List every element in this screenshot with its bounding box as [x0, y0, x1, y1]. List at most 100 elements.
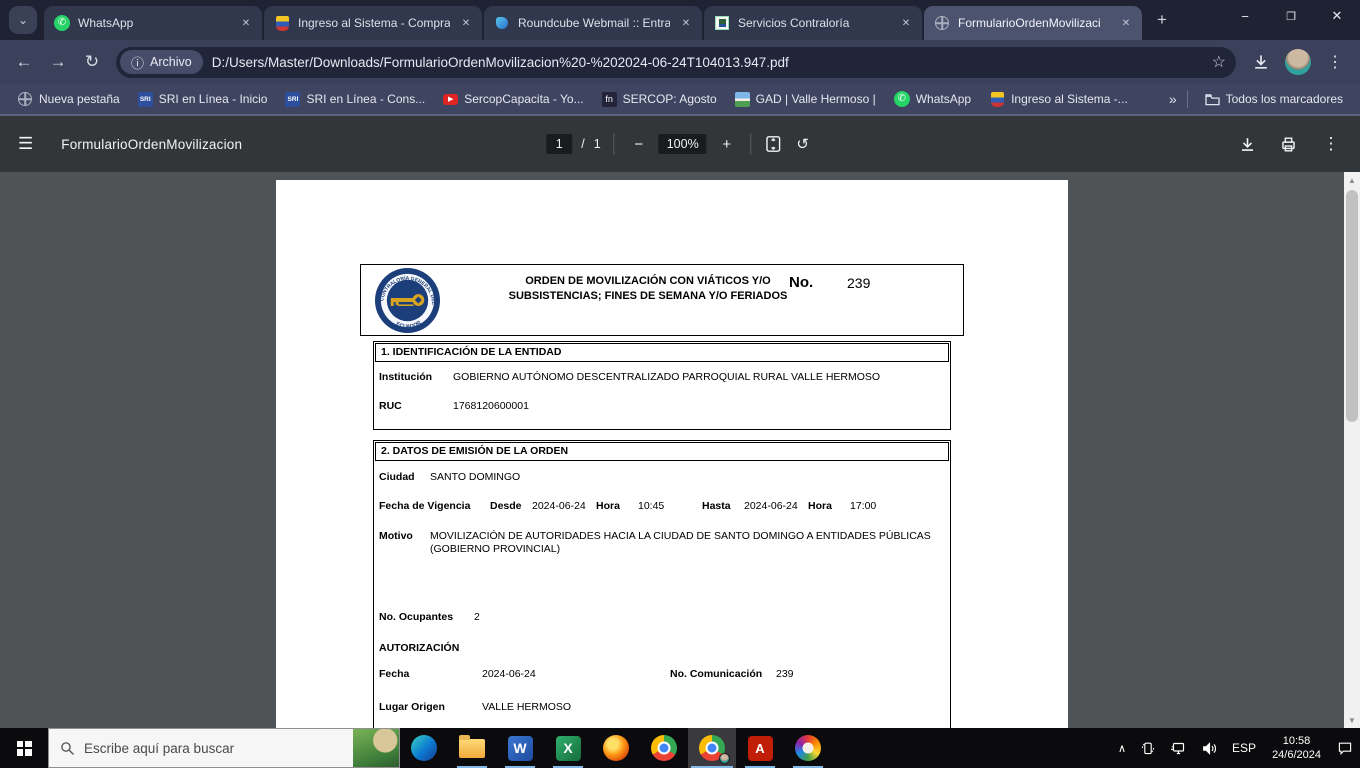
windows-logo-icon: [17, 741, 32, 756]
bookmarks-overflow-button[interactable]: »: [1169, 91, 1177, 107]
chrome-profile-badge: [719, 753, 730, 764]
bookmark-sri-inicio[interactable]: SRI SRI en Línea - Inicio: [131, 89, 275, 110]
pdf-page: CONTRALORÍA GENERAL DEL ESTADO ECUADOR O…: [276, 180, 1068, 728]
reload-button[interactable]: ↻: [76, 46, 108, 78]
tray-phone-button[interactable]: [1133, 728, 1163, 768]
taskbar-paint-button[interactable]: [784, 728, 832, 768]
new-tab-button[interactable]: +: [1148, 6, 1176, 34]
bookmark-label: SercopCapacita - Yo...: [464, 92, 583, 106]
doc-autorizacion-title: AUTORIZACIÓN: [379, 642, 459, 654]
taskbar-chrome-button[interactable]: [640, 728, 688, 768]
roundcube-icon: [496, 17, 508, 29]
profile-avatar[interactable]: [1285, 49, 1311, 75]
file-scheme-chip[interactable]: ⓘ Archivo: [120, 50, 203, 74]
minimize-button[interactable]: −: [1222, 0, 1268, 32]
tab-whatsapp[interactable]: ✆ WhatsApp ✕: [44, 6, 262, 40]
zoom-in-button[interactable]: +: [716, 136, 738, 153]
tab-roundcube[interactable]: Roundcube Webmail :: Entra ✕: [484, 6, 702, 40]
bookmark-label: SERCOP: Agosto: [623, 92, 717, 106]
browser-window: ⌄ ✆ WhatsApp ✕ Ingreso al Sistema - Comp…: [0, 0, 1360, 768]
search-input[interactable]: [84, 741, 399, 756]
doc-section-2: 2. DATOS DE EMISIÓN DE LA ORDEN Ciudad S…: [373, 440, 951, 728]
back-button[interactable]: ←: [8, 46, 40, 78]
bookmark-whatsapp[interactable]: ✆ WhatsApp: [887, 88, 978, 110]
taskbar-acrobat-button[interactable]: A: [736, 728, 784, 768]
url-text: D:/Users/Master/Downloads/FormularioOrde…: [212, 55, 1204, 70]
contraloria-seal-logo: CONTRALORÍA GENERAL DEL ESTADO ECUADOR: [374, 267, 441, 334]
tab-title: Roundcube Webmail :: Entra: [518, 16, 670, 30]
scrollbar-thumb[interactable]: [1346, 190, 1358, 422]
field-value: 2: [474, 611, 480, 623]
tab-search-button[interactable]: ⌄: [9, 6, 37, 34]
field-value: 2024-06-24: [744, 500, 798, 512]
forward-button[interactable]: →: [42, 46, 74, 78]
field-label: Desde: [490, 500, 522, 512]
maximize-button[interactable]: ❐: [1268, 0, 1314, 32]
taskbar-firefox-button[interactable]: [592, 728, 640, 768]
taskbar-explorer-button[interactable]: [448, 728, 496, 768]
zoom-level: 100%: [659, 134, 707, 154]
vertical-scrollbar[interactable]: ▲ ▼: [1344, 172, 1360, 728]
close-icon[interactable]: ✕: [1118, 15, 1134, 31]
pdf-menu-button[interactable]: ☰: [18, 134, 33, 154]
taskbar-word-button[interactable]: W: [496, 728, 544, 768]
taskbar-excel-button[interactable]: X: [544, 728, 592, 768]
all-bookmarks-button[interactable]: Todos los marcadores: [1198, 89, 1350, 109]
bookmark-sercopcapacita[interactable]: ▶ SercopCapacita - Yo...: [436, 89, 590, 109]
rotate-button[interactable]: ↺: [792, 135, 814, 153]
address-bar[interactable]: ⓘ Archivo D:/Users/Master/Downloads/Form…: [116, 47, 1236, 78]
page-separator: /: [581, 137, 584, 151]
language-indicator[interactable]: ESP: [1225, 728, 1263, 768]
browser-menu-button[interactable]: ⋮: [1318, 46, 1352, 78]
tab-ingreso-sistema[interactable]: Ingreso al Sistema - Compra ✕: [264, 6, 482, 40]
bookmark-nueva-pestana[interactable]: Nueva pestaña: [10, 88, 127, 110]
field-value: 1768120600001: [453, 400, 529, 412]
taskbar-search-box[interactable]: [48, 728, 400, 768]
taskbar-clock[interactable]: 10:58 24/6/2024: [1263, 734, 1330, 762]
search-highlight-image[interactable]: [353, 729, 399, 767]
doc-section-1: 1. IDENTIFICACIÓN DE LA ENTIDAD Instituc…: [373, 341, 951, 430]
action-center-button[interactable]: [1330, 728, 1360, 768]
field-value: 17:00: [850, 500, 876, 512]
fit-page-icon: [765, 135, 783, 153]
globe-icon: [18, 92, 32, 106]
field-value: 10:45: [638, 500, 664, 512]
chrome-icon: [651, 735, 677, 761]
paint-icon: [795, 735, 821, 761]
bookmark-star-icon[interactable]: ☆: [1212, 52, 1226, 72]
bookmark-gad-valle-hermoso[interactable]: GAD | Valle Hermoso |: [728, 89, 883, 110]
taskbar-chrome-active-button[interactable]: [688, 728, 736, 768]
pdf-print-button[interactable]: [1279, 135, 1298, 154]
word-icon: W: [508, 736, 533, 761]
pdf-download-button[interactable]: [1238, 135, 1257, 154]
zoom-out-button[interactable]: −: [628, 136, 650, 153]
sercop-fn-icon: fn: [602, 92, 617, 107]
downloads-button[interactable]: [1244, 46, 1278, 78]
tray-network-button[interactable]: [1163, 728, 1194, 768]
tray-expand-button[interactable]: ∧: [1111, 728, 1133, 768]
page-number-input[interactable]: 1: [546, 134, 572, 154]
scroll-down-button[interactable]: ▼: [1344, 712, 1360, 728]
bookmarks-bar: Nueva pestaña SRI SRI en Línea - Inicio …: [0, 84, 1360, 116]
close-icon[interactable]: ✕: [238, 15, 254, 31]
tab-servicios-contraloria[interactable]: Servicios Contraloría ✕: [704, 6, 922, 40]
field-value: VALLE HERMOSO: [482, 701, 571, 713]
search-icon: [60, 741, 75, 756]
bookmark-sri-consultas[interactable]: SRI SRI en Línea - Cons...: [278, 89, 432, 110]
window-close-button[interactable]: ✕: [1314, 0, 1360, 32]
close-icon[interactable]: ✕: [898, 15, 914, 31]
fit-page-button[interactable]: [765, 135, 783, 153]
bookmark-sercop-agosto[interactable]: fn SERCOP: Agosto: [595, 89, 724, 110]
tray-volume-button[interactable]: [1194, 728, 1225, 768]
start-button[interactable]: [0, 728, 48, 768]
close-icon[interactable]: ✕: [458, 15, 474, 31]
tab-title: Servicios Contraloría: [738, 16, 890, 30]
bookmark-ingreso-sistema[interactable]: Ingreso al Sistema -...: [982, 88, 1135, 110]
ecuador-coat-icon: [991, 92, 1004, 107]
scroll-up-button[interactable]: ▲: [1344, 172, 1360, 188]
edge-icon: [411, 735, 437, 761]
tab-formulario-active[interactable]: FormularioOrdenMovilizaci ✕: [924, 6, 1142, 40]
pdf-menu-dots-button[interactable]: ⋮: [1320, 134, 1342, 154]
taskbar-edge-button[interactable]: [400, 728, 448, 768]
close-icon[interactable]: ✕: [678, 15, 694, 31]
